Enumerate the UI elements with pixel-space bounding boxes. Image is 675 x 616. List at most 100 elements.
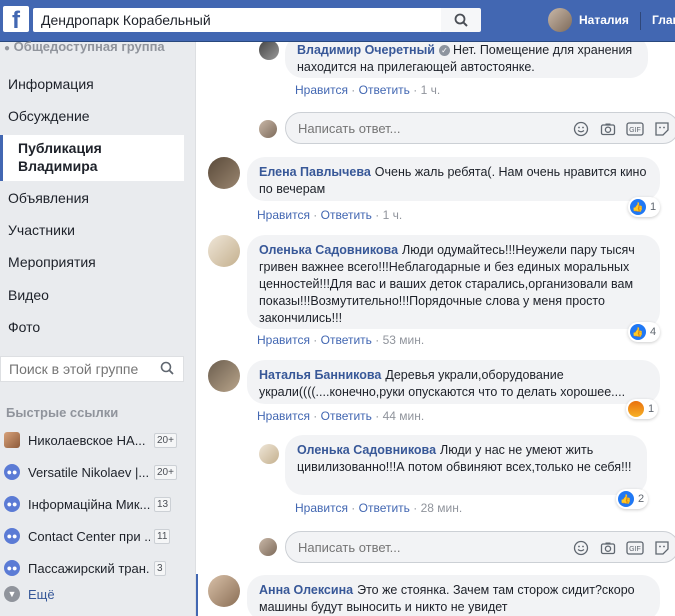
quick-link-item[interactable]: ●● Пассажирский тран... 3 (4, 558, 184, 578)
search-icon (454, 13, 468, 27)
gif-icon[interactable]: GIF (626, 120, 644, 138)
comment-actions: Нравится · Ответить · 1 ч. (257, 208, 403, 222)
comment-bubble: Оленька Садовникова Люди у нас не умеют ж… (285, 435, 647, 495)
reply-link[interactable]: Ответить (321, 208, 372, 222)
avatar[interactable] (208, 575, 240, 607)
notification-count-badge: 20+ (154, 432, 177, 448)
comment-author[interactable]: Владимир Очеретный (297, 43, 435, 57)
comment-actions: Нравится · Ответить · 1 ч. (295, 83, 441, 97)
quick-links-header: Быстрые ссылки (6, 405, 119, 420)
like-reaction-icon: 👍 (618, 491, 634, 507)
quick-link-item[interactable]: ●● Contact Center при ... 11 (4, 526, 184, 546)
comment-bubble: Владимир Очеретный ✓ Нет. Помещение для хр… (285, 42, 648, 78)
comment-time[interactable]: 1 ч. (383, 208, 403, 222)
like-link[interactable]: Нравится (295, 83, 348, 97)
avatar[interactable] (208, 235, 240, 267)
avatar[interactable] (259, 42, 279, 60)
like-link[interactable]: Нравится (295, 501, 348, 515)
search-button[interactable] (441, 8, 481, 32)
like-link[interactable]: Нравится (257, 208, 310, 222)
notification-count-badge: 20+ (154, 464, 177, 480)
reaction-summary[interactable]: 👍 4 (628, 322, 661, 342)
quick-link-label: Пассажирский тран... (28, 560, 150, 576)
like-reaction-icon: 👍 (630, 324, 646, 340)
quick-link-label: Versatile Nikolaev |... (28, 464, 150, 480)
reply-link[interactable]: Ответить (359, 501, 410, 515)
user-avatar (259, 538, 277, 556)
quick-link-item[interactable]: Николаевское НА... 20+ (4, 430, 184, 450)
comment-author[interactable]: Елена Павлычева (259, 165, 371, 179)
reaction-summary[interactable]: 👍 1 (628, 197, 661, 217)
notification-count-badge: 11 (154, 528, 171, 544)
group-search-input[interactable] (0, 356, 184, 382)
emoji-icon[interactable] (572, 120, 590, 138)
gif-icon[interactable]: GIF (626, 539, 644, 557)
sidebar-item-events[interactable]: Мероприятия (8, 254, 96, 270)
svg-text:GIF: GIF (629, 127, 641, 134)
quick-link-item[interactable]: ●● Інформаційна Мик... 13 (4, 494, 184, 514)
emoji-icon[interactable] (572, 539, 590, 557)
top-bar: f Наталия Главная (0, 0, 675, 42)
comment-time[interactable]: 1 ч. (421, 83, 441, 97)
comment-bubble: Наталья Банникова Деревья украли,оборудов… (247, 360, 660, 404)
comment-time[interactable]: 44 мин. (383, 409, 425, 423)
comments-feed: Владимир Очеретный ✓ Нет. Помещение для хр… (195, 42, 675, 616)
comment-actions: Нравится · Ответить · 28 мин. (295, 501, 463, 515)
avatar[interactable] (259, 444, 279, 464)
comment-actions: Нравится · Ответить · 53 мин. (257, 333, 425, 347)
comment-actions: Нравится · Ответить · 44 мин. (257, 409, 425, 423)
comment-author[interactable]: Оленька Садовникова (297, 443, 436, 457)
chevron-down-icon: ▼ (4, 586, 20, 602)
sidebar-item-photos[interactable]: Фото (8, 319, 40, 335)
comment-author[interactable]: Наталья Банникова (259, 368, 381, 382)
reply-link[interactable]: Ответить (321, 409, 372, 423)
search-icon[interactable] (160, 361, 174, 375)
comment-time[interactable]: 53 мин. (383, 333, 425, 347)
sidebar-item-video[interactable]: Видео (8, 287, 49, 303)
reply-link[interactable]: Ответить (359, 83, 410, 97)
reaction-summary[interactable]: 1 (626, 399, 659, 419)
group-icon: ●● (4, 496, 20, 512)
sidebar-item-announcements[interactable]: Объявления (8, 190, 89, 206)
group-icon: ●● (4, 528, 20, 544)
like-link[interactable]: Нравится (257, 409, 310, 423)
comment-bubble: Елена Павлычева Очень жаль ребята(. Нам о… (247, 157, 660, 201)
globe-icon: ● (4, 43, 11, 54)
notification-count-badge: 3 (154, 560, 166, 576)
camera-icon[interactable] (599, 539, 617, 557)
comment-author[interactable]: Оленька Садовникова (259, 243, 398, 257)
reaction-summary[interactable]: 👍 2 (616, 489, 649, 509)
group-icon: ●● (4, 560, 20, 576)
sidebar-item-members[interactable]: Участники (8, 222, 75, 238)
notification-count-badge: 13 (154, 496, 172, 512)
sticker-icon[interactable] (653, 539, 671, 557)
sidebar-item-info[interactable]: Информация (8, 76, 94, 92)
quick-link-item[interactable]: ●● Versatile Nikolaev |... 20+ (4, 462, 184, 482)
user-avatar[interactable] (548, 8, 572, 32)
user-avatar (259, 120, 277, 138)
like-link[interactable]: Нравится (257, 333, 310, 347)
comment-bubble: Анна Олексина Это же стоянка. Зачем там с… (247, 575, 660, 616)
comment-time[interactable]: 28 мин. (421, 501, 463, 515)
group-icon: ●● (4, 464, 20, 480)
thread-indicator (196, 574, 198, 616)
reply-box-icons: GIF (572, 120, 671, 138)
avatar[interactable] (208, 360, 240, 392)
comment-author[interactable]: Анна Олексина (259, 583, 353, 597)
quick-link-label: Николаевское НА... (28, 432, 146, 448)
avatar[interactable] (208, 157, 240, 189)
comment-bubble: Оленька Садовникова Люди одумайтесь!!!Неу… (247, 235, 660, 329)
group-photo-icon (4, 432, 20, 448)
more-link[interactable]: ▼ Ещё (4, 586, 55, 602)
sidebar-item-post[interactable]: Публикация Владимира (0, 135, 184, 181)
search-input[interactable] (33, 8, 447, 32)
svg-text:GIF: GIF (629, 546, 641, 553)
camera-icon[interactable] (599, 120, 617, 138)
facebook-logo[interactable]: f (3, 6, 29, 32)
sidebar-item-discussion[interactable]: Обсуждение (8, 108, 90, 124)
reply-link[interactable]: Ответить (321, 333, 372, 347)
reply-box-icons: GIF (572, 539, 671, 557)
user-name-link[interactable]: Наталия (579, 13, 629, 27)
sticker-icon[interactable] (653, 120, 671, 138)
home-link[interactable]: Главная (652, 13, 675, 27)
